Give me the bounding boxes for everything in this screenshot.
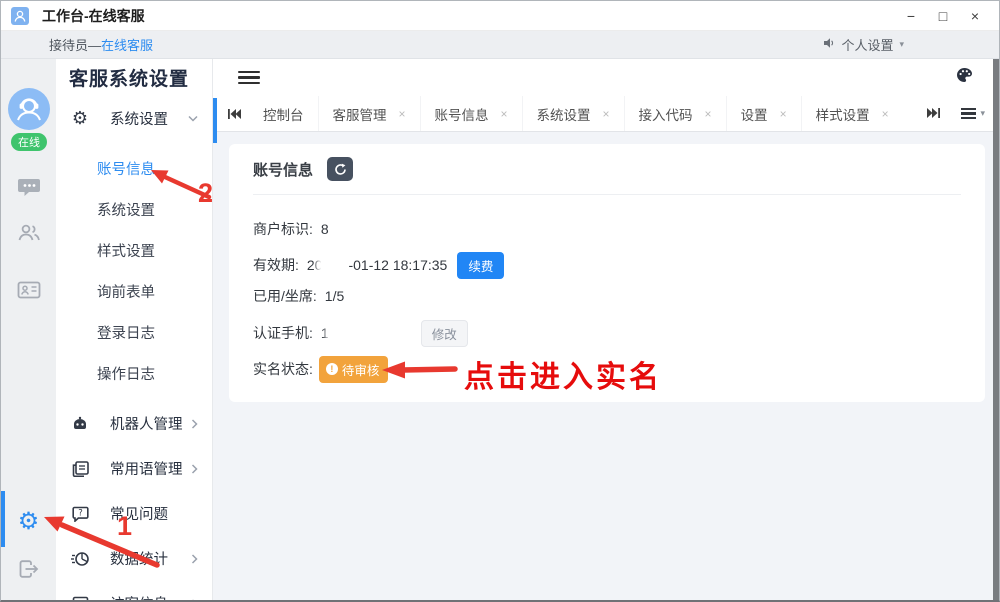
tab-bar: 控制台 客服管理 × 账号信息 × 系统设置 × 接入代 [213, 96, 999, 132]
merchant-id-label: 商户标识: [253, 219, 313, 239]
close-icon[interactable]: × [780, 107, 787, 121]
main-area: 控制台 客服管理 × 账号信息 × 系统设置 × 接入代 [213, 59, 999, 600]
field-merchant-id: 商户标识: 8 [253, 214, 961, 244]
chevron-down-icon [188, 115, 198, 122]
field-seats: 已用/坐席: 1/5 [253, 281, 961, 311]
visitors-icon[interactable] [1, 223, 56, 243]
theme-palette-icon[interactable] [956, 67, 973, 88]
panel-title: 账号信息 [253, 159, 313, 180]
system-settings-submenu: 账号信息 系统设置 样式设置 询前表单 登录日志 操作日志 [56, 141, 212, 401]
chevron-right-icon [191, 464, 198, 474]
sidebar-item-login-log[interactable]: 登录日志 [56, 312, 212, 353]
active-menu-indicator [213, 98, 217, 143]
tab-style-settings[interactable]: 样式设置 × [801, 96, 903, 131]
left-rail: 在线 ⚙ [1, 59, 56, 600]
account-info-panel: 账号信息 商户标识: 8 有效期: 20-01-12 18:17:35 续费 [229, 144, 985, 402]
svg-text:?: ? [78, 508, 83, 518]
sidebar-item-system-settings[interactable]: ⚙ 系统设置 [56, 96, 212, 141]
window-title: 工作台-在线客服 [42, 6, 145, 26]
settings-sidebar: 客服系统设置 ⚙ 系统设置 账号信息 系统设置 样式设置 询前表单 登录日志 操… [56, 59, 213, 600]
settings-gear-icon[interactable]: ⚙ [1, 509, 56, 533]
collapse-menu-icon[interactable] [238, 68, 260, 88]
sidebar-item-data-statistics[interactable]: 数据统计 [56, 536, 212, 581]
scroll-tabs-left-icon[interactable] [227, 108, 241, 120]
personal-settings-menu[interactable]: 个人设置 ▾ [823, 35, 904, 54]
sidebar-title: 客服系统设置 [56, 59, 212, 96]
chat-icon[interactable] [1, 177, 56, 199]
field-phone: 认证手机: 1 修改 [253, 318, 961, 348]
redaction-blur [320, 259, 350, 272]
tab-agent-management[interactable]: 客服管理 × [318, 96, 420, 131]
gear-icon: ⚙ [70, 110, 90, 128]
chevron-right-icon [191, 599, 198, 601]
tab-options-menu[interactable]: ▾ [961, 105, 985, 121]
tab-settings[interactable]: 设置 × [726, 96, 801, 131]
app-logo-icon [11, 7, 29, 25]
logout-icon[interactable] [1, 559, 56, 579]
seats-label: 已用/坐席: [253, 286, 317, 306]
speaker-icon [823, 37, 835, 52]
agent-avatar[interactable] [8, 88, 50, 130]
online-status-badge: 在线 [11, 133, 47, 151]
faq-icon: ? [70, 506, 90, 522]
validity-label: 有效期: [253, 255, 299, 275]
title-bar: 工作台-在线客服 − □ × [1, 1, 999, 31]
sidebar-item-visitor-info[interactable]: 访客信息 [56, 581, 212, 600]
merchant-id-value: 8 [321, 221, 329, 237]
close-icon[interactable]: × [399, 107, 406, 121]
realname-label: 实名状态: [253, 359, 313, 379]
sidebar-item-operation-log[interactable]: 操作日志 [56, 353, 212, 394]
maximize-button[interactable]: □ [927, 3, 959, 29]
phone-value: 1 [321, 325, 409, 341]
scroll-tabs-right-icon[interactable] [927, 107, 941, 119]
top-toolbar [213, 59, 999, 96]
chevron-right-icon [191, 554, 198, 564]
minimize-button[interactable]: − [895, 3, 927, 29]
redaction-blur [329, 326, 409, 341]
contact-card-icon[interactable] [1, 280, 56, 300]
modify-button[interactable]: 修改 [421, 320, 468, 347]
tab-access-code[interactable]: 接入代码 × [624, 96, 726, 131]
validity-value: 20-01-12 18:17:35 [307, 257, 447, 273]
close-button[interactable]: × [959, 3, 991, 29]
scrollbar[interactable] [993, 59, 999, 600]
tab-console[interactable]: 控制台 [249, 96, 318, 131]
refresh-button[interactable] [327, 157, 353, 181]
exclamation-icon: ! [326, 363, 338, 375]
close-icon[interactable]: × [603, 107, 610, 121]
sidebar-item-robot-management[interactable]: 机器人管理 [56, 401, 212, 446]
close-icon[interactable]: × [501, 107, 508, 121]
channel-link[interactable]: 在线客服 [101, 35, 153, 54]
field-validity: 有效期: 20-01-12 18:17:35 续费 [253, 250, 961, 280]
statistics-icon [70, 551, 90, 567]
pending-review-badge[interactable]: ! 待审核 [319, 356, 389, 383]
receptionist-label: 接待员— [49, 35, 101, 54]
field-realname-status: 实名状态: ! 待审核 [253, 354, 961, 384]
personal-settings-label: 个人设置 [841, 35, 893, 54]
robot-icon [70, 416, 90, 432]
sidebar-item-common-phrases[interactable]: 常用语管理 [56, 446, 212, 491]
sidebar-item-prechat-form[interactable]: 询前表单 [56, 271, 212, 312]
caret-down-icon: ▾ [899, 39, 904, 50]
phrases-icon [70, 461, 90, 477]
app-window: 工作台-在线客服 − □ × 接待员—在线客服 个人设置 ▾ [0, 0, 1000, 602]
sub-header: 接待员—在线客服 个人设置 ▾ [1, 31, 999, 59]
sidebar-item-style-settings[interactable]: 样式设置 [56, 230, 212, 271]
close-icon[interactable]: × [705, 107, 712, 121]
close-icon[interactable]: × [882, 107, 889, 121]
caret-down-icon: ▾ [980, 108, 985, 119]
phone-label: 认证手机: [253, 323, 313, 343]
chevron-right-icon [191, 419, 198, 429]
seats-value: 1/5 [325, 288, 344, 304]
sidebar-item-account-info[interactable]: 账号信息 [56, 148, 212, 189]
tab-system-settings[interactable]: 系统设置 × [522, 96, 624, 131]
visitor-info-icon [70, 596, 90, 601]
tab-account-info[interactable]: 账号信息 × [420, 96, 522, 131]
sidebar-item-faq[interactable]: ? 常见问题 [56, 491, 212, 536]
sidebar-item-system-config[interactable]: 系统设置 [56, 189, 212, 230]
renew-button[interactable]: 续费 [457, 252, 504, 279]
